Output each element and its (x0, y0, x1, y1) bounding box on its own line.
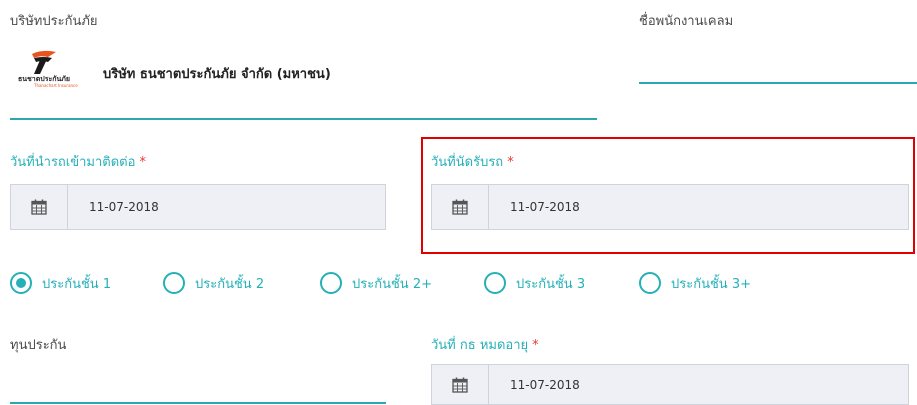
company-name: บริษัท ธนชาตประกันภัย จำกัด (มหาชน) (103, 67, 331, 82)
radio-dot (16, 278, 26, 288)
car-arrival-date-field[interactable]: 11-07-2018 (10, 184, 386, 230)
radio-circle (163, 272, 185, 294)
policy-expiry-date-value: 11-07-2018 (510, 377, 580, 392)
calendar-icon (31, 199, 47, 215)
radio-label: ประกันชั้น 1 (42, 276, 112, 292)
radio-circle (320, 272, 342, 294)
radio-label: ประกันชั้น 3+ (671, 276, 751, 292)
required-mark: * (139, 155, 146, 170)
required-mark: * (532, 338, 539, 353)
sum-insured-label: ทุนประกัน (10, 338, 67, 353)
policy-expiry-label: วันที่ กธ หมดอายุ * (431, 334, 539, 355)
car-arrival-date-value: 11-07-2018 (89, 200, 159, 214)
radio-circle (484, 272, 506, 294)
claim-officer-input[interactable] (639, 40, 917, 82)
calendar-button[interactable] (432, 365, 489, 404)
radio-insurance-class-3-plus[interactable]: ประกันชั้น 3+ (639, 270, 751, 296)
sum-insured-underline (10, 402, 386, 404)
claim-officer-label: ชื่อพนักงานเคลม (639, 14, 734, 29)
calendar-button[interactable] (11, 185, 68, 229)
company-label: บริษัทประกันภัย (10, 14, 98, 29)
radio-label: ประกันชั้น 2 (195, 276, 265, 292)
car-arrival-date-label: วันที่นำรถเข้ามาติดต่อ * (10, 151, 146, 172)
policy-expiry-label-text: วันที่ กธ หมดอายุ (431, 338, 529, 353)
company-logo: ธนชาตประกันภัย Thanachart Insurance (18, 48, 100, 94)
radio-circle (10, 272, 32, 294)
radio-insurance-class-1[interactable]: ประกันชั้น 1 (10, 270, 111, 296)
radio-insurance-class-2[interactable]: ประกันชั้น 2 (163, 270, 264, 296)
car-arrival-date-label-text: วันที่นำรถเข้ามาติดต่อ (10, 155, 136, 170)
radio-label: ประกันชั้น 3 (516, 276, 586, 292)
highlight-box (421, 137, 915, 254)
sum-insured-input[interactable] (10, 360, 386, 402)
radio-circle (639, 272, 661, 294)
logo-text-sub: Thanachart Insurance (34, 83, 78, 88)
radio-label: ประกันชั้น 2+ (352, 276, 432, 292)
claim-officer-underline (639, 82, 917, 84)
radio-insurance-class-2-plus[interactable]: ประกันชั้น 2+ (320, 270, 432, 296)
company-underline (10, 118, 597, 120)
calendar-icon (452, 377, 468, 393)
policy-expiry-date-field[interactable]: 11-07-2018 (431, 364, 909, 405)
radio-insurance-class-3[interactable]: ประกันชั้น 3 (484, 270, 585, 296)
